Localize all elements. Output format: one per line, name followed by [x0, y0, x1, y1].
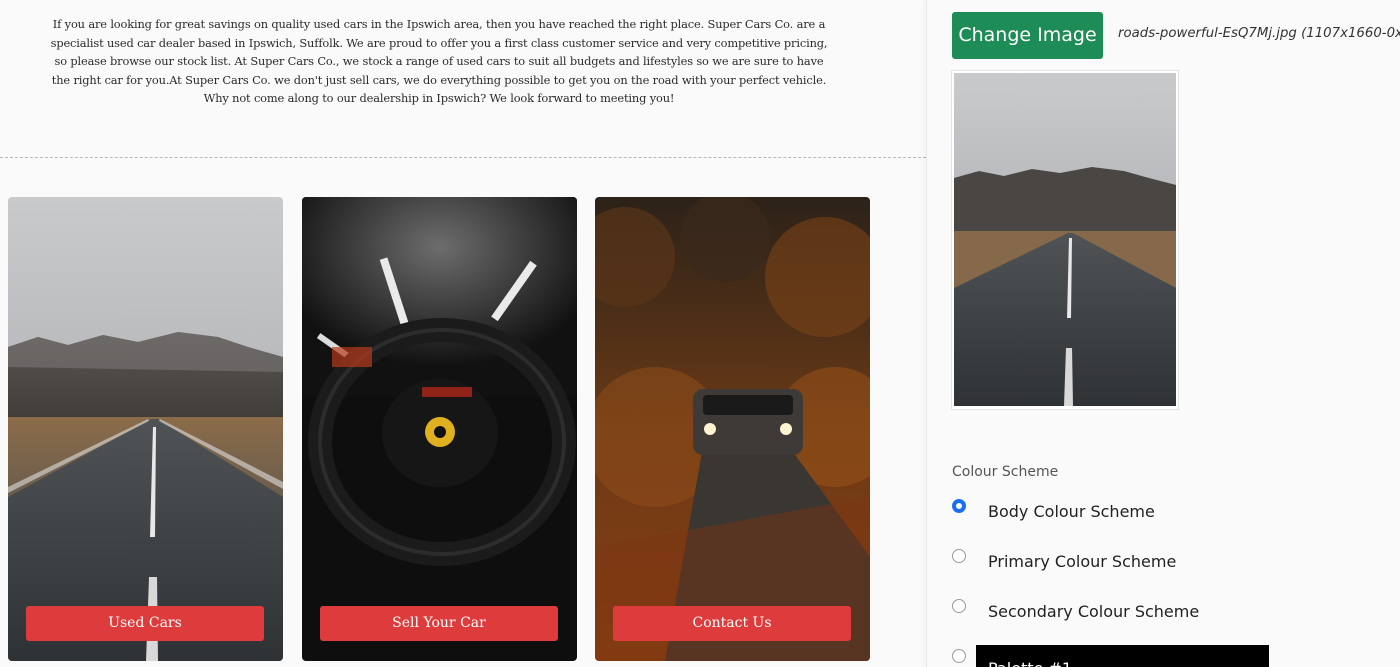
option-primary-colour-scheme[interactable]: Primary Colour Scheme — [952, 549, 1392, 589]
option-secondary-colour-scheme[interactable]: Secondary Colour Scheme — [952, 599, 1392, 639]
intro-paragraph: If you are looking for great savings on … — [50, 17, 828, 106]
card-used-cars[interactable]: Used Cars — [8, 197, 283, 661]
option-label: Primary Colour Scheme — [988, 552, 1177, 571]
image-settings-panel: Change Image roads-powerful-EsQ7Mj.jpg (… — [926, 0, 1400, 667]
change-image-button[interactable]: Change Image — [952, 12, 1103, 59]
page-content: If you are looking for great savings on … — [0, 0, 926, 667]
preview-mountain-road-photo — [954, 73, 1176, 406]
steering-wheel-photo — [302, 197, 577, 661]
contact-us-button[interactable]: Contact Us — [613, 606, 851, 641]
card-sell-your-car[interactable]: Sell Your Car — [302, 197, 577, 661]
card-contact-us[interactable]: Contact Us — [595, 197, 870, 661]
mountain-road-photo — [8, 197, 283, 661]
palette-label: Palette #1 — [988, 659, 1072, 667]
option-body-colour-scheme[interactable]: Body Colour Scheme — [952, 499, 1392, 539]
used-cars-button[interactable]: Used Cars — [26, 606, 264, 641]
radio-unchecked-icon[interactable] — [952, 599, 966, 613]
option-label: Body Colour Scheme — [988, 502, 1155, 521]
dashed-divider — [0, 157, 926, 158]
radio-checked-icon[interactable] — [952, 499, 966, 513]
palette-swatch[interactable]: Palette #1 — [976, 645, 1269, 667]
sell-your-car-button[interactable]: Sell Your Car — [320, 606, 558, 641]
radio-unchecked-icon[interactable] — [952, 549, 966, 563]
colour-scheme-label: Colour Scheme — [952, 464, 1059, 480]
file-info-text: roads-powerful-EsQ7Mj.jpg (1107x1660-0x0… — [1118, 26, 1400, 41]
option-label: Secondary Colour Scheme — [988, 602, 1200, 621]
radio-unchecked-icon[interactable] — [952, 649, 966, 663]
autumn-car-photo — [595, 197, 870, 661]
image-preview — [952, 71, 1178, 409]
